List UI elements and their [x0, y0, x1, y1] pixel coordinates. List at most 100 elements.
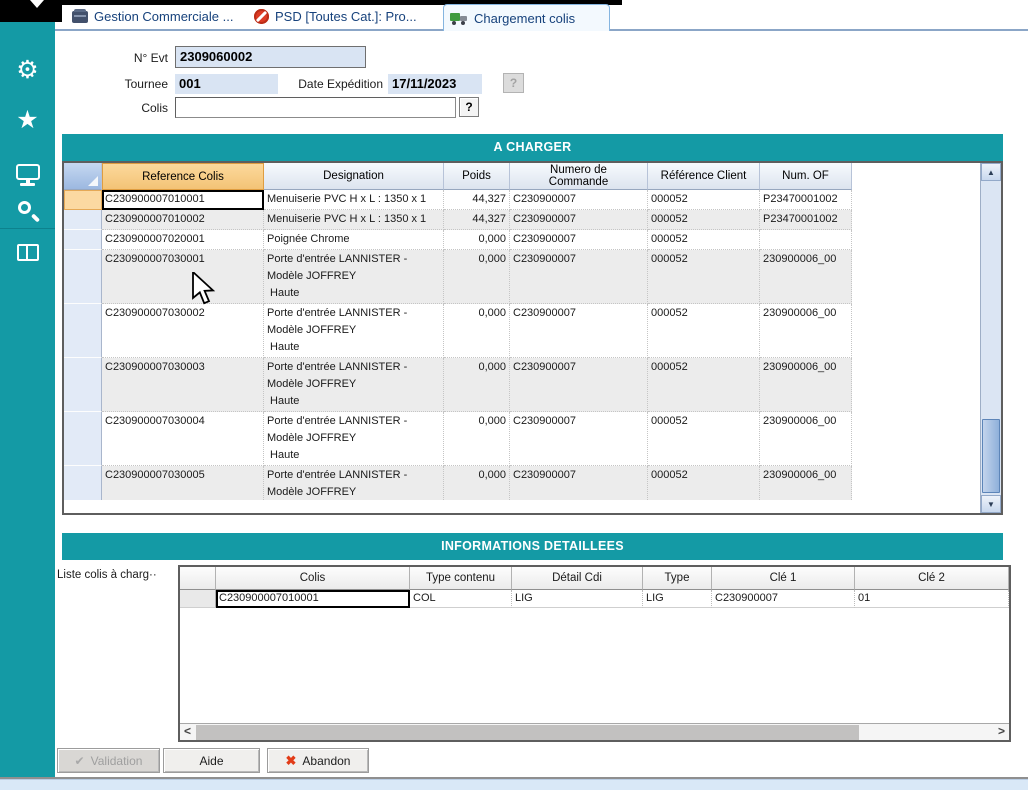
- cell-numero-commande[interactable]: C230900007: [510, 466, 648, 500]
- cell-reference-colis[interactable]: C230900007030005: [102, 466, 264, 500]
- cell-numero-commande[interactable]: C230900007: [510, 412, 648, 466]
- cell-poids[interactable]: 0,000: [444, 412, 510, 466]
- cell-reference-client[interactable]: 000052: [648, 358, 760, 412]
- cell-num-of[interactable]: P23470001002: [760, 190, 852, 210]
- table-row[interactable]: C230900007010001 COL LIG LIG C230900007 …: [180, 590, 1009, 608]
- cell-numero-commande[interactable]: C230900007: [510, 304, 648, 358]
- table-row[interactable]: C230900007030004 Porte d'entrée LANNISTE…: [64, 412, 984, 466]
- cell-reference-client[interactable]: 000052: [648, 412, 760, 466]
- scroll-down-button[interactable]: ▼: [981, 495, 1001, 513]
- scroll-right-button[interactable]: >: [994, 724, 1009, 740]
- cell-num-of[interactable]: 230900006_00: [760, 304, 852, 358]
- cell-numero-commande[interactable]: C230900007: [510, 190, 648, 210]
- cell-type[interactable]: LIG: [643, 590, 712, 608]
- row-selector-cell[interactable]: [64, 304, 102, 358]
- abandon-button[interactable]: ✖ Abandon: [267, 748, 369, 773]
- col-header-reference-colis[interactable]: Reference Colis: [102, 163, 264, 190]
- cell-cle1[interactable]: C230900007: [712, 590, 855, 608]
- cell-reference-colis[interactable]: C230900007020001: [102, 230, 264, 250]
- tab-chargement-colis[interactable]: Chargement colis: [443, 4, 610, 31]
- cell-num-of[interactable]: 230900006_00: [760, 412, 852, 466]
- cell-colis[interactable]: C230900007010001: [216, 590, 410, 608]
- cell-num-of[interactable]: 230900006_00: [760, 466, 852, 500]
- cell-reference-client[interactable]: 000052: [648, 230, 760, 250]
- col-header-detail-cdi[interactable]: Détail Cdi: [512, 567, 643, 590]
- cell-reference-colis[interactable]: C230900007010002: [102, 210, 264, 230]
- row-selector-cell[interactable]: [64, 250, 102, 304]
- col-header-type-contenu[interactable]: Type contenu: [410, 567, 512, 590]
- table-row[interactable]: C230900007010002 Menuiserie PVC H x L : …: [64, 210, 984, 230]
- date-expedition-field[interactable]: 17/11/2023: [388, 74, 482, 94]
- aide-button[interactable]: Aide: [163, 748, 260, 773]
- cell-poids[interactable]: 44,327: [444, 210, 510, 230]
- col-header-cle1[interactable]: Clé 1: [712, 567, 855, 590]
- scrollbar-thumb[interactable]: [196, 725, 859, 740]
- cell-reference-colis[interactable]: C230900007030002: [102, 304, 264, 358]
- cell-reference-client[interactable]: 000052: [648, 190, 760, 210]
- cell-reference-colis[interactable]: C230900007030004: [102, 412, 264, 466]
- colis-help-button[interactable]: ?: [459, 97, 479, 117]
- cell-numero-commande[interactable]: C230900007: [510, 250, 648, 304]
- cell-poids[interactable]: 0,000: [444, 466, 510, 500]
- row-selector-cell[interactable]: [64, 466, 102, 500]
- cell-designation[interactable]: Porte d'entrée LANNISTER - Modèle JOFFRE…: [264, 358, 444, 412]
- scroll-up-button[interactable]: ▲: [981, 163, 1001, 181]
- cell-num-of[interactable]: 230900006_00: [760, 250, 852, 304]
- row-selector-header[interactable]: [180, 567, 216, 590]
- row-selector-cell[interactable]: [180, 590, 216, 608]
- cell-reference-colis[interactable]: C230900007030001: [102, 250, 264, 304]
- cell-num-of[interactable]: [760, 230, 852, 250]
- table-row[interactable]: C230900007020001 Poignée Chrome 0,000 C2…: [64, 230, 984, 250]
- search-icon[interactable]: [0, 200, 55, 226]
- cell-designation[interactable]: Poignée Chrome: [264, 230, 444, 250]
- cell-num-of[interactable]: P23470001002: [760, 210, 852, 230]
- cell-numero-commande[interactable]: C230900007: [510, 230, 648, 250]
- cell-poids[interactable]: 0,000: [444, 358, 510, 412]
- table-row[interactable]: C230900007030005 Porte d'entrée LANNISTE…: [64, 466, 984, 500]
- cell-designation[interactable]: Porte d'entrée LANNISTER - Modèle JOFFRE…: [264, 304, 444, 358]
- col-header-colis[interactable]: Colis: [216, 567, 410, 590]
- cell-designation[interactable]: Porte d'entrée LANNISTER - Modèle JOFFRE…: [264, 250, 444, 304]
- cell-cle2[interactable]: 01: [855, 590, 1009, 608]
- col-header-num-of[interactable]: Num. OF: [760, 163, 852, 190]
- row-selector-cell[interactable]: [64, 412, 102, 466]
- cell-num-of[interactable]: 230900006_00: [760, 358, 852, 412]
- scrollbar-thumb[interactable]: [982, 419, 1000, 493]
- cell-reference-colis[interactable]: C230900007010001: [102, 190, 264, 210]
- row-selector-cell[interactable]: [64, 358, 102, 412]
- table-row[interactable]: C230900007010001 Menuiserie PVC H x L : …: [64, 190, 984, 210]
- cell-reference-client[interactable]: 000052: [648, 210, 760, 230]
- cell-reference-client[interactable]: 000052: [648, 304, 760, 358]
- row-selector-cell[interactable]: [64, 190, 102, 210]
- monitor-icon[interactable]: [0, 164, 55, 186]
- col-header-type[interactable]: Type: [643, 567, 712, 590]
- tab-psd[interactable]: PSD [Toutes Cat.]: Pro...: [248, 4, 423, 29]
- settings-wheel-icon[interactable]: ⚙: [0, 58, 55, 83]
- cell-numero-commande[interactable]: C230900007: [510, 210, 648, 230]
- cell-poids[interactable]: 0,000: [444, 304, 510, 358]
- col-header-cle2[interactable]: Clé 2: [855, 567, 1009, 590]
- cell-designation[interactable]: Porte d'entrée LANNISTER - Modèle JOFFRE…: [264, 412, 444, 466]
- row-selector-cell[interactable]: [64, 230, 102, 250]
- row-selector-cell[interactable]: [64, 210, 102, 230]
- horizontal-scrollbar[interactable]: < >: [180, 723, 1009, 740]
- nevt-field[interactable]: 2309060002: [175, 46, 366, 68]
- col-header-designation[interactable]: Designation: [264, 163, 444, 190]
- scroll-left-button[interactable]: <: [180, 724, 195, 740]
- col-header-poids[interactable]: Poids: [444, 163, 510, 190]
- cell-poids[interactable]: 0,000: [444, 230, 510, 250]
- tournee-field[interactable]: 001: [175, 74, 278, 94]
- vertical-scrollbar[interactable]: ▲ ▼: [980, 163, 1001, 513]
- table-row[interactable]: C230900007030002 Porte d'entrée LANNISTE…: [64, 304, 984, 358]
- cell-reference-colis[interactable]: C230900007030003: [102, 358, 264, 412]
- cell-reference-client[interactable]: 000052: [648, 466, 760, 500]
- cell-poids[interactable]: 0,000: [444, 250, 510, 304]
- cell-designation[interactable]: Porte d'entrée LANNISTER - Modèle JOFFRE…: [264, 466, 444, 500]
- cell-detail-cdi[interactable]: LIG: [512, 590, 643, 608]
- tab-gestion-commerciale[interactable]: Gestion Commerciale ...: [66, 4, 239, 29]
- table-row[interactable]: C230900007030003 Porte d'entrée LANNISTE…: [64, 358, 984, 412]
- cell-designation[interactable]: Menuiserie PVC H x L : 1350 x 1: [264, 190, 444, 210]
- cell-poids[interactable]: 44,327: [444, 190, 510, 210]
- cell-type-contenu[interactable]: COL: [410, 590, 512, 608]
- row-selector-header[interactable]: [64, 163, 102, 190]
